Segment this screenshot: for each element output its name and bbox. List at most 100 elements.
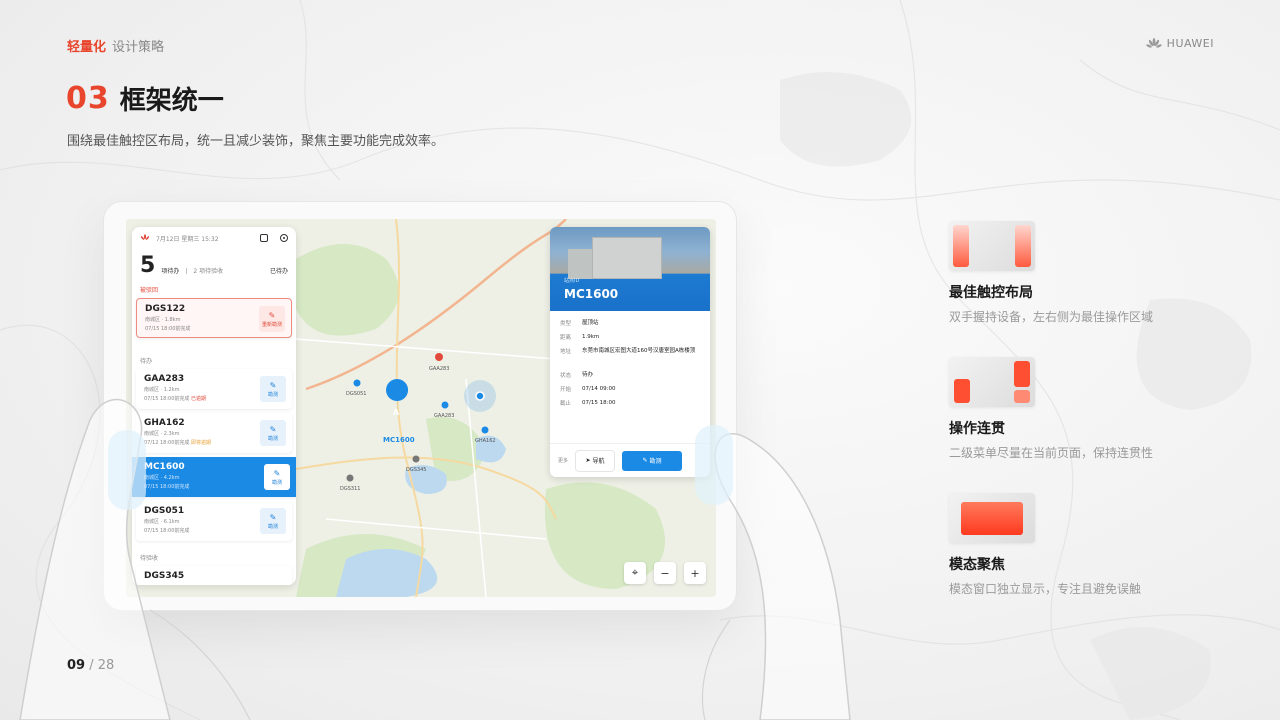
survey-label: 勘测 xyxy=(649,458,662,465)
info-value: 待办 xyxy=(582,372,594,378)
total-pages: 28 xyxy=(97,658,115,673)
site-code: MC1600 xyxy=(564,287,619,301)
brand-rest: 设计策略 xyxy=(112,40,165,55)
survey-button[interactable]: ✎ 勘测 xyxy=(260,508,286,534)
site-info: 类型 屋顶站 距离 1.9km 地址 东莞市南城区宏图大道160号汉唐室园A栋楼顶 状… xyxy=(550,311,710,421)
page-separator: / xyxy=(89,658,94,673)
accept-count-label: 2 项待验收 xyxy=(193,268,224,275)
current-page: 09 xyxy=(67,658,86,673)
task-count-label: 项待办 xyxy=(161,268,180,275)
task-panel: 7月12日 星期三 15:32 5 项待办 | 2 项待验收 已待办 被驳回 D… xyxy=(132,227,296,585)
map-label-gha162: GHA162 xyxy=(475,438,496,444)
more-button[interactable]: 更多 xyxy=(558,457,568,464)
map-label-gaa283-red: GAA283 xyxy=(429,366,449,372)
page-title: 03 框架统一 xyxy=(66,80,224,117)
zoom-out-button[interactable]: − xyxy=(654,562,676,584)
task-card[interactable]: GHA162 南城区 · 2.3km 07/12 18:00前完成 即将逾期 ✎… xyxy=(136,413,292,453)
map-pin-dgs051 xyxy=(353,379,361,387)
task-card[interactable]: DGS122 南城区 · 1.8km 07/15 18:00前完成 ✎ 重新勘测 xyxy=(136,298,292,338)
feature-title: 最佳触控布局 xyxy=(949,285,1033,301)
info-key: 开始 xyxy=(560,387,572,393)
feature-modal-focus: 模态聚焦 模态窗口独立显示，专注且避免误触 xyxy=(949,493,1209,597)
survey-button[interactable]: ✎ 勘测 xyxy=(260,420,286,446)
huawei-flower-icon xyxy=(1145,37,1162,48)
site-detail-card: 站点ID MC1600 类型 屋顶站 距离 1.9km 地址 东莞市南城区宏图大道16… xyxy=(550,227,710,477)
task-card[interactable]: DGS345 xyxy=(136,566,292,585)
site-building xyxy=(592,237,662,279)
survey-button[interactable]: ✎ 勘测 xyxy=(622,450,683,471)
huawei-flower-icon xyxy=(140,234,150,240)
map-label-dgs311: DGS311 xyxy=(340,486,360,492)
slide: 轻量化 设计策略 HUAWEI 03 框架统一 围绕最佳触控区布局，统一且减少装… xyxy=(0,0,1280,720)
due-soon-badge: 即将逾期 xyxy=(191,440,212,446)
page-indicator: 09 / 28 xyxy=(67,658,114,673)
edit-icon: ✎ xyxy=(269,424,277,434)
site-kind: 站点ID xyxy=(564,278,580,284)
message-icon[interactable] xyxy=(260,234,268,242)
section-rejected: 被驳回 xyxy=(140,287,159,294)
info-key: 状态 xyxy=(560,373,572,379)
map-label-gaa283: GAA283 xyxy=(434,413,454,419)
edit-icon: ✎ xyxy=(268,310,276,320)
task-card[interactable]: GAA283 南城区 · 1.2km 07/15 18:00前完成 已逾期 ✎ 勘… xyxy=(136,369,292,409)
info-row: 地址 东莞市南城区宏图大道160号汉唐室园A栋楼顶 xyxy=(560,347,700,355)
settings-icon[interactable] xyxy=(280,234,288,242)
brand-accent: 轻量化 xyxy=(67,40,107,55)
edit-icon: ✎ xyxy=(642,457,648,464)
survey-label: 勘测 xyxy=(267,435,278,442)
navigate-button[interactable]: ➤ 导航 xyxy=(576,450,615,471)
edit-icon: ✎ xyxy=(269,512,277,522)
map-label-dgs345: DGS345 xyxy=(406,467,426,473)
feature-touch-layout: 最佳触控布局 双手握持设备，左右侧为最佳操作区域 xyxy=(949,221,1209,325)
overdue-badge: 已逾期 xyxy=(191,396,207,402)
summary-separator: | xyxy=(185,268,188,275)
svg-text:A: A xyxy=(393,408,400,417)
map-label-mc1600: MC1600 xyxy=(383,436,415,444)
task-card-selected[interactable]: MC1600 南城区 · 4.2km 07/15 18:00前完成 ✎ 勘测 xyxy=(132,457,296,497)
edit-icon: ✎ xyxy=(273,468,281,478)
survey-label: 勘测 xyxy=(267,391,278,398)
map-pin-red xyxy=(435,353,443,361)
navigate-icon: ➤ xyxy=(585,457,591,464)
map-pin-dgs345 xyxy=(412,455,420,463)
modal-focus-icon xyxy=(949,493,1035,543)
header-brand: 轻量化 设计策略 xyxy=(67,36,164,55)
info-row: 类型 屋顶站 xyxy=(560,319,700,327)
survey-label: 勘测 xyxy=(267,523,278,530)
task-name: DGS345 xyxy=(144,571,185,581)
deadline-text: 07/15 18:00前完成 xyxy=(144,396,190,402)
survey-button[interactable]: ✎ 勘测 xyxy=(260,376,286,402)
map-controls: ⌖ − + xyxy=(624,562,706,584)
info-key: 地址 xyxy=(560,349,572,355)
section-number: 03 xyxy=(66,81,110,116)
section-todo: 待办 xyxy=(140,358,153,365)
feature-continuity: 操作连贯 二级菜单尽量在当前页面，保持连贯性 xyxy=(949,357,1209,461)
info-key: 类型 xyxy=(560,321,572,327)
info-key: 距离 xyxy=(560,335,572,341)
info-value: 07/15 18:00 xyxy=(582,400,616,406)
survey-label: 勘测 xyxy=(271,479,282,486)
panel-status-bar: 7月12日 星期三 15:32 xyxy=(132,227,296,249)
task-card[interactable]: DGS051 南城区 · 6.1km 07/15 18:00前完成 ✎ 勘测 xyxy=(136,501,292,541)
page-subtitle: 围绕最佳触控区布局，统一且减少装饰，聚焦主要功能完成效率。 xyxy=(67,134,445,149)
two-side-touch-zones-icon xyxy=(949,221,1035,271)
feature-desc: 二级菜单尽量在当前页面，保持连贯性 xyxy=(949,446,1154,460)
detail-actions: 更多 ➤ 导航 ✎ 勘测 xyxy=(550,443,710,477)
current-location-dot xyxy=(475,391,485,401)
info-row: 开始 07/14 09:00 xyxy=(560,385,700,393)
feature-desc: 模态窗口独立显示，专注且避免误触 xyxy=(949,582,1142,596)
map-pin-gha162 xyxy=(481,426,489,434)
info-row: 距离 1.9km xyxy=(560,333,700,341)
feature-title: 操作连贯 xyxy=(949,421,1005,437)
zoom-in-button[interactable]: + xyxy=(684,562,706,584)
resurvey-button[interactable]: ✎ 重新勘测 xyxy=(259,306,285,332)
tablet-screen: GAA283 DGS051 GAA283 GHA162 DGS345 DGS31… xyxy=(126,219,716,597)
tablet-device: GAA283 DGS051 GAA283 GHA162 DGS345 DGS31… xyxy=(104,202,736,610)
survey-button[interactable]: ✎ 勘测 xyxy=(264,464,290,490)
deadline-text: 07/12 18:00前完成 xyxy=(144,440,190,446)
done-filter-button[interactable]: 已待办 xyxy=(270,266,288,275)
locate-icon[interactable]: ⌖ xyxy=(624,562,646,584)
map-label-dgs051: DGS051 xyxy=(346,391,366,397)
info-value: 1.9km xyxy=(582,334,600,340)
site-photo: 站点ID MC1600 xyxy=(550,227,710,311)
